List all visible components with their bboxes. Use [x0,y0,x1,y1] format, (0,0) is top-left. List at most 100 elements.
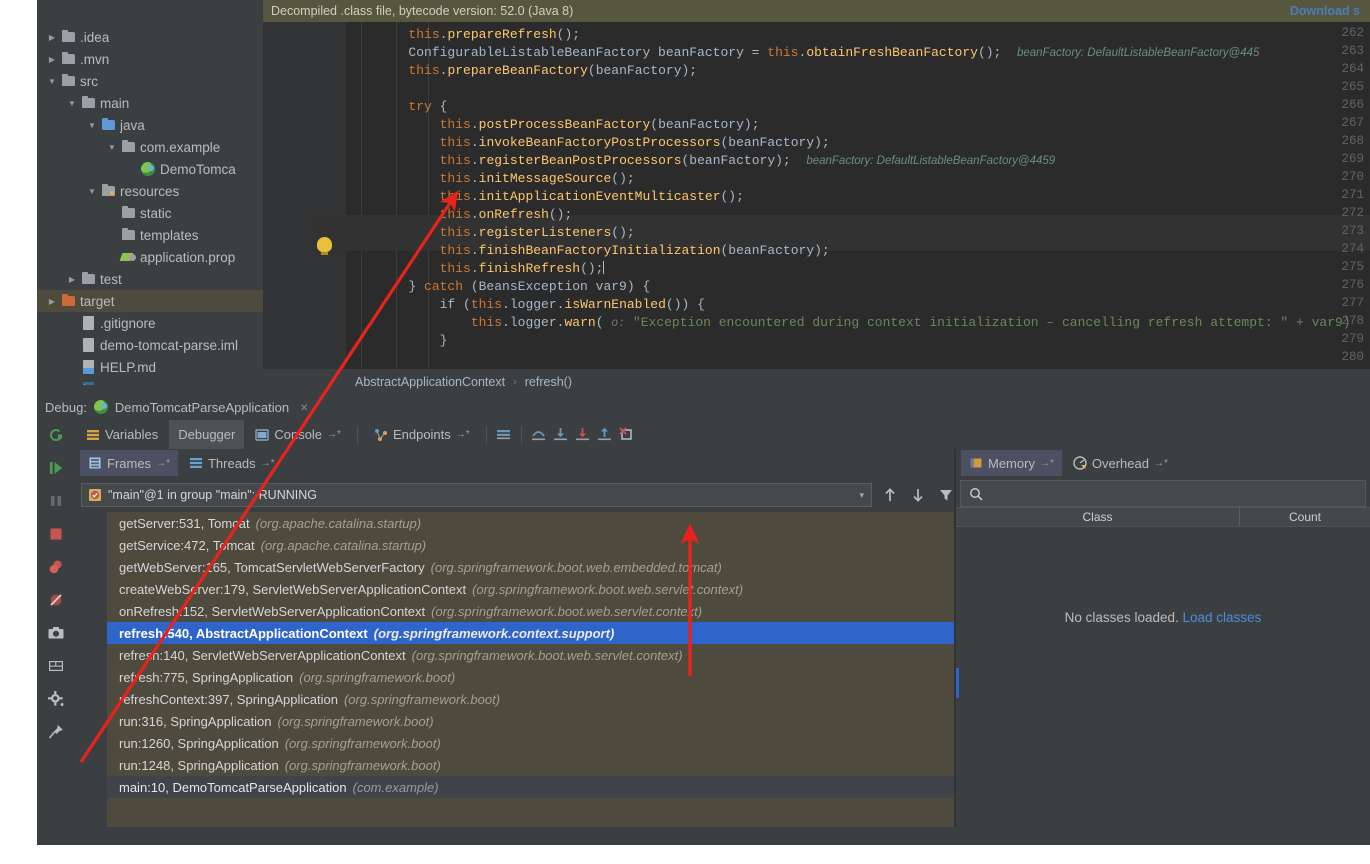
intention-bulb-icon[interactable] [317,237,332,255]
tab-endpoints-detach-icon[interactable]: →* [456,429,470,440]
tab-threads-detach-icon[interactable]: →* [261,458,275,469]
code-line[interactable]: ConfigurableListableBeanFactory beanFact… [346,44,1259,62]
code-line[interactable]: try { [346,98,447,116]
tab-frames[interactable]: Frames →* [80,450,178,476]
memory-search-input[interactable] [989,486,1365,501]
tree-node-com-example[interactable]: ▼ com.example [37,136,263,158]
tree-node-demotomca[interactable]: DemoTomca [37,158,263,180]
run-configuration-name[interactable]: DemoTomcatParseApplication [115,400,289,415]
code-line[interactable]: this.invokeBeanFactoryPostProcessors(bea… [346,134,830,152]
move-up-icon[interactable] [880,485,900,505]
column-header-count[interactable]: Count [1240,508,1370,526]
tab-overhead[interactable]: Overhead →* [1065,450,1176,476]
twisty-expanded-icon[interactable]: ▼ [85,187,99,196]
code-line[interactable]: this.finishRefresh(); [346,260,605,278]
resume-program-icon[interactable] [45,457,67,479]
tree-node--idea[interactable]: ▶ .idea [37,26,263,48]
tab-variables[interactable]: Variables [77,420,167,449]
drop-frame-icon[interactable] [617,425,637,445]
stack-frame-row[interactable]: getServer:531, Tomcat (org.apache.catalin… [107,512,956,534]
code-line[interactable]: this.logger.warn( o: "Exception encounte… [346,314,1351,332]
stack-frame-row[interactable]: onRefresh:152, ServletWebServerApplicati… [107,600,956,622]
show-execution-point-icon[interactable] [494,425,514,445]
twisty-expanded-icon[interactable]: ▼ [45,77,59,86]
twisty-expanded-icon[interactable]: ▼ [65,99,79,108]
force-step-into-icon[interactable] [573,425,593,445]
stack-frame-row[interactable]: refresh:540, AbstractApplicationContext (… [107,622,956,644]
tree-node-java[interactable]: ▼ java [37,114,263,136]
tree-node--mvn[interactable]: ▶ .mvn [37,48,263,70]
stack-frame-row[interactable]: refresh:775, SpringApplication (org.sprin… [107,666,956,688]
code-line[interactable]: } [346,332,448,350]
editor-gutter[interactable] [263,22,311,369]
tree-node-demo-tomcat-parse-iml[interactable]: demo-tomcat-parse.iml [37,334,263,356]
twisty-collapsed-icon[interactable]: ▶ [45,55,59,64]
tree-node-static[interactable]: static [37,202,263,224]
tab-console[interactable]: Console →* [246,420,350,449]
tab-memory-detach-icon[interactable]: →* [1040,458,1054,469]
memory-search-field[interactable] [960,480,1366,507]
pause-program-icon[interactable] [45,490,67,512]
load-classes-link[interactable]: Load classes [1183,610,1262,625]
close-icon[interactable]: × [300,399,308,415]
code-line[interactable]: this.initApplicationEventMulticaster(); [346,188,744,206]
debug-actions-toolbar[interactable] [37,420,75,845]
tab-threads[interactable]: Threads →* [181,450,283,476]
breadcrumb-method[interactable]: refresh() [525,375,572,389]
view-breakpoints-icon[interactable] [45,556,67,578]
tree-node-main[interactable]: ▼ main [37,92,263,114]
breadcrumb[interactable]: AbstractApplicationContext › refresh() [263,369,1370,394]
code-line[interactable]: this.registerListeners(); [346,224,635,242]
chevron-down-icon[interactable]: ▾ [859,490,864,501]
stack-frame-row[interactable]: main:10, DemoTomcatParseApplication (com.… [107,776,956,798]
stack-frame-row[interactable]: getWebServer:165, TomcatServletWebServer… [107,556,956,578]
twisty-collapsed-icon[interactable]: ▶ [45,33,59,42]
call-stack-frames-list[interactable]: getServer:531, Tomcat (org.apache.catalin… [107,512,956,827]
code-text-area[interactable]: this.prepareRefresh(); ConfigurableLista… [346,22,1370,369]
stack-frame-row[interactable]: createWebServer:179, ServletWebServerApp… [107,578,956,600]
mute-breakpoints-icon[interactable] [45,589,67,611]
tab-debugger[interactable]: Debugger [169,420,245,449]
move-down-icon[interactable] [908,485,928,505]
pin-icon[interactable] [45,721,67,743]
tree-node-application-prop[interactable]: application.prop [37,246,263,268]
twisty-expanded-icon[interactable]: ▼ [85,121,99,130]
tree-node-templates[interactable]: templates [37,224,263,246]
tree-node-test[interactable]: ▶ test [37,268,263,290]
editor-pane[interactable]: Decompiled .class file, bytecode version… [263,0,1370,369]
twisty-collapsed-icon[interactable]: ▶ [45,297,59,306]
code-line[interactable]: this.postProcessBeanFactory(beanFactory)… [346,116,760,134]
settings-icon[interactable] [45,688,67,710]
tree-node--gitignore[interactable]: .gitignore [37,312,263,334]
code-line[interactable]: this.onRefresh(); [346,206,573,224]
memory-tabs[interactable]: Memory →* Overhead →* [956,449,1370,477]
code-line[interactable]: this.prepareRefresh(); [346,26,580,44]
tree-node-mvnw[interactable]: mvnw [37,378,263,385]
thread-selector-row[interactable]: "main"@1 in group "main": RUNNING ▾ [81,482,956,508]
stop-icon[interactable] [45,523,67,545]
step-into-icon[interactable] [551,425,571,445]
stack-frame-row[interactable]: refresh:140, ServletWebServerApplication… [107,644,956,666]
twisty-expanded-icon[interactable]: ▼ [105,143,119,152]
code-line[interactable]: this.finishBeanFactoryInitialization(bea… [346,242,830,260]
tab-overhead-detach-icon[interactable]: →* [1154,458,1168,469]
stack-frame-row[interactable]: refreshContext:397, SpringApplication (or… [107,688,956,710]
tree-node-target[interactable]: ▶ target [37,290,263,312]
column-header-class[interactable]: Class [956,508,1240,526]
filter-icon[interactable] [936,485,956,505]
stack-frame-row[interactable]: run:316, SpringApplication (org.springfra… [107,710,956,732]
frames-threads-tabs[interactable]: Frames →* Threads →* [75,449,956,477]
twisty-collapsed-icon[interactable]: ▶ [65,275,79,284]
tab-console-detach-icon[interactable]: →* [327,429,341,440]
screenshot-icon[interactable] [45,622,67,644]
layout-settings-icon[interactable] [45,655,67,677]
tree-node-help-md[interactable]: HELP.md [37,356,263,378]
breadcrumb-class[interactable]: AbstractApplicationContext [355,375,505,389]
download-sources-link[interactable]: Download s [1290,4,1360,18]
tab-frames-detach-icon[interactable]: →* [156,458,170,469]
tree-node-resources[interactable]: ▼ resources [37,180,263,202]
tree-node-src[interactable]: ▼ src [37,70,263,92]
tab-memory[interactable]: Memory →* [961,450,1062,476]
tab-endpoints[interactable]: Endpoints →* [365,420,479,449]
stack-frame-row[interactable]: run:1248, SpringApplication (org.springfr… [107,754,956,776]
